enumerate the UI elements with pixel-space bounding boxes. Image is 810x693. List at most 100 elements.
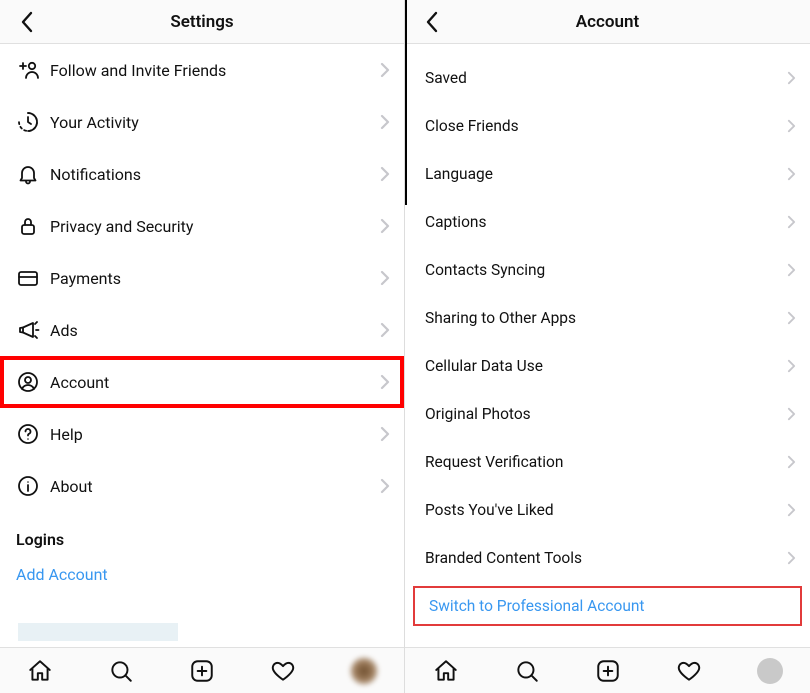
settings-row-account[interactable]: Account [0, 356, 404, 408]
person-plus-icon [16, 58, 50, 82]
account-row-contacts-syncing[interactable]: Contacts Syncing [405, 246, 810, 294]
row-label: Payments [50, 269, 380, 288]
tab-create[interactable] [182, 651, 222, 691]
switch-professional-link[interactable]: Switch to Professional Account [409, 582, 806, 630]
row-label: Posts You've Liked [425, 501, 787, 519]
lock-icon [16, 214, 50, 238]
tab-activity[interactable] [669, 651, 709, 691]
account-header: Account [405, 0, 810, 44]
settings-row-help[interactable]: Help [0, 408, 404, 460]
back-button[interactable] [10, 0, 44, 44]
row-label: Ads [50, 321, 380, 340]
chevron-right-icon [787, 263, 796, 277]
chevron-left-icon [20, 11, 34, 33]
chevron-right-icon [787, 215, 796, 229]
tab-home[interactable] [20, 651, 60, 691]
chevron-right-icon [380, 374, 390, 390]
profile-avatar [349, 656, 379, 686]
megaphone-icon [16, 318, 50, 342]
settings-screen: Settings Follow and Invite Friends Your … [0, 0, 405, 693]
row-label: Sharing to Other Apps [425, 309, 787, 327]
chevron-right-icon [787, 503, 796, 517]
info-icon [16, 474, 50, 498]
row-label: Contacts Syncing [425, 261, 787, 279]
row-label: Cellular Data Use [425, 357, 787, 375]
heart-icon [270, 658, 296, 684]
back-button[interactable] [415, 0, 449, 44]
search-icon [514, 658, 540, 684]
row-label: Notifications [50, 165, 380, 184]
row-label: Account [50, 373, 380, 392]
logins-section-title: Logins [0, 512, 404, 555]
account-row-close-friends[interactable]: Close Friends [405, 102, 810, 150]
row-label: Captions [425, 213, 787, 231]
chevron-right-icon [380, 478, 390, 494]
settings-row-activity[interactable]: Your Activity [0, 96, 404, 148]
account-row-original-photos[interactable]: Original Photos [405, 390, 810, 438]
row-label: Saved [425, 69, 787, 87]
chevron-right-icon [380, 62, 390, 78]
account-title: Account [576, 12, 639, 32]
plus-square-icon [595, 658, 621, 684]
home-icon [27, 658, 53, 684]
settings-row-privacy[interactable]: Privacy and Security [0, 200, 404, 252]
settings-row-notifications[interactable]: Notifications [0, 148, 404, 200]
settings-row-follow-invite[interactable]: Follow and Invite Friends [0, 44, 404, 96]
account-row-sharing[interactable]: Sharing to Other Apps [405, 294, 810, 342]
bell-icon [16, 162, 50, 186]
row-label: Privacy and Security [50, 217, 380, 236]
chevron-right-icon [787, 311, 796, 325]
chevron-right-icon [380, 270, 390, 286]
chevron-right-icon [380, 322, 390, 338]
row-label: Help [50, 425, 380, 444]
account-row-branded-content[interactable]: Branded Content Tools [405, 534, 810, 582]
chevron-right-icon [787, 551, 796, 565]
row-label: Switch to Professional Account [429, 597, 792, 615]
tab-search[interactable] [507, 651, 547, 691]
tab-search[interactable] [101, 651, 141, 691]
chevron-right-icon [380, 426, 390, 442]
home-icon [433, 658, 459, 684]
chevron-right-icon [787, 455, 796, 469]
chevron-right-icon [787, 407, 796, 421]
settings-row-ads[interactable]: Ads [0, 304, 404, 356]
row-label: About [50, 477, 380, 496]
row-label: Branded Content Tools [425, 549, 787, 567]
tab-activity[interactable] [263, 651, 303, 691]
row-label: Original Photos [425, 405, 787, 423]
account-row-posts-liked[interactable]: Posts You've Liked [405, 486, 810, 534]
chevron-right-icon [787, 119, 796, 133]
settings-title: Settings [170, 12, 233, 32]
account-row-request-verification[interactable]: Request Verification [405, 438, 810, 486]
plus-square-icon [189, 658, 215, 684]
add-account-link[interactable]: Add Account [0, 555, 404, 604]
row-label: Request Verification [425, 453, 787, 471]
row-label: Language [425, 165, 787, 183]
obscured-text [18, 623, 178, 641]
settings-row-payments[interactable]: Payments [0, 252, 404, 304]
row-label: Your Activity [50, 113, 380, 132]
chevron-right-icon [380, 114, 390, 130]
row-label: Close Friends [425, 117, 787, 135]
tab-profile[interactable] [750, 651, 790, 691]
heart-icon [676, 658, 702, 684]
screenshot-divider [405, 0, 407, 205]
account-row-language[interactable]: Language [405, 150, 810, 198]
tab-home[interactable] [426, 651, 466, 691]
help-icon [16, 422, 50, 446]
tab-bar [405, 647, 810, 693]
settings-header: Settings [0, 0, 404, 44]
tab-create[interactable] [588, 651, 628, 691]
account-row-saved[interactable]: Saved [405, 54, 810, 102]
search-icon [108, 658, 134, 684]
settings-row-about[interactable]: About [0, 460, 404, 512]
account-icon [16, 370, 50, 394]
chevron-left-icon [425, 11, 439, 33]
account-list: Saved Close Friends Language Captions Co… [405, 44, 810, 647]
account-row-cellular[interactable]: Cellular Data Use [405, 342, 810, 390]
account-screen: Account Saved Close Friends Language Cap… [405, 0, 810, 693]
tab-bar [0, 647, 404, 693]
account-row-captions[interactable]: Captions [405, 198, 810, 246]
row-label: Follow and Invite Friends [50, 61, 380, 80]
tab-profile[interactable] [344, 651, 384, 691]
